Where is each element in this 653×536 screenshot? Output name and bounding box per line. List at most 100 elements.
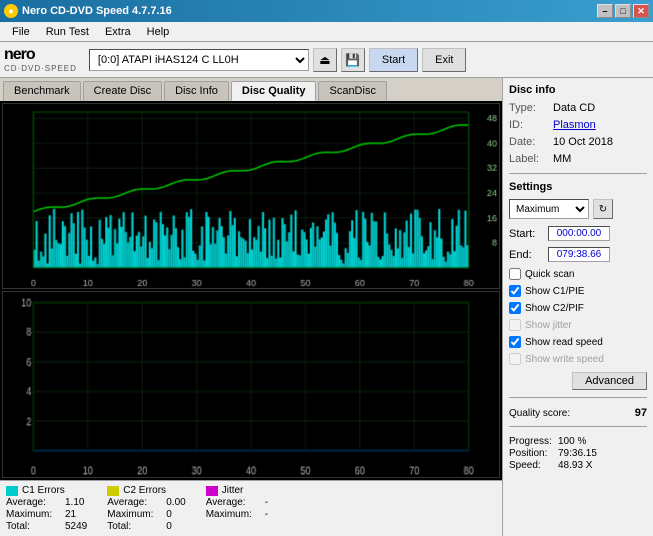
nero-logo-bottom: CD·DVD·SPEED — [4, 64, 77, 73]
minimize-button[interactable]: – — [597, 4, 613, 18]
refresh-button[interactable]: ↻ — [593, 199, 613, 219]
divider-1 — [509, 173, 647, 174]
close-button[interactable]: ✕ — [633, 4, 649, 18]
tab-disc-info[interactable]: Disc Info — [164, 81, 229, 101]
title-bar-text: Nero CD-DVD Speed 4.7.7.16 — [22, 5, 172, 17]
main-content: Benchmark Create Disc Disc Info Disc Qua… — [0, 78, 653, 536]
tab-scan-disc[interactable]: ScanDisc — [318, 81, 386, 101]
show-write-speed-checkbox[interactable] — [509, 353, 521, 365]
progress-value: 100 % — [558, 436, 586, 447]
advanced-button[interactable]: Advanced — [572, 372, 647, 390]
start-label: Start: — [509, 228, 544, 240]
speed-value: 48.93 X — [558, 460, 592, 471]
window-controls: – □ ✕ — [597, 4, 649, 18]
quality-row: Quality score: 97 — [509, 407, 647, 419]
position-row: Position: 79:36.15 — [509, 448, 647, 459]
c1-label: C1 Errors — [22, 485, 65, 496]
drive-select[interactable]: [0:0] ATAPI iHAS124 C LL0H — [89, 49, 309, 71]
speed-row-prog: Speed: 48.93 X — [509, 460, 647, 471]
disc-label-value: MM — [553, 153, 571, 165]
show-write-speed-label: Show write speed — [525, 354, 604, 365]
c1-stats: C1 Errors Average: 1.10 Maximum: 21 Tota… — [6, 485, 87, 532]
c2-avg-value: 0.00 — [166, 497, 185, 508]
stats-bar: C1 Errors Average: 1.10 Maximum: 21 Tota… — [0, 480, 502, 536]
c1-max-label: Maximum: — [6, 509, 61, 520]
show-read-speed-row: Show read speed — [509, 336, 647, 348]
app-icon: ● — [4, 4, 18, 18]
start-button[interactable]: Start — [369, 48, 418, 72]
speed-label: Speed: — [509, 460, 554, 471]
c2-total-value: 0 — [166, 521, 172, 532]
menu-run-test[interactable]: Run Test — [38, 24, 97, 40]
c1-max-value: 21 — [65, 509, 76, 520]
disc-type-value: Data CD — [553, 102, 595, 114]
jitter-avg-value: - — [265, 497, 268, 508]
jitter-max-label: Maximum: — [206, 509, 261, 520]
jitter-max-value: - — [265, 509, 268, 520]
speed-row: Maximum ↻ — [509, 199, 647, 219]
quality-score-value: 97 — [635, 407, 647, 419]
end-time-row: End: 079:38.66 — [509, 247, 647, 262]
title-bar: ● Nero CD-DVD Speed 4.7.7.16 – □ ✕ — [0, 0, 653, 22]
menu-file[interactable]: File — [4, 24, 38, 40]
show-c2-checkbox[interactable] — [509, 302, 521, 314]
c1-avg-label: Average: — [6, 497, 61, 508]
menu-help[interactable]: Help — [139, 24, 178, 40]
quick-scan-checkbox[interactable] — [509, 268, 521, 280]
disc-label-label: Label: — [509, 153, 549, 165]
c2-avg-label: Average: — [107, 497, 162, 508]
c2-max-label: Maximum: — [107, 509, 162, 520]
upper-chart — [2, 103, 500, 289]
toolbar: nero CD·DVD·SPEED [0:0] ATAPI iHAS124 C … — [0, 42, 653, 78]
tab-bar: Benchmark Create Disc Disc Info Disc Qua… — [0, 78, 502, 101]
nero-logo: nero CD·DVD·SPEED — [4, 46, 77, 73]
end-label: End: — [509, 249, 544, 261]
quality-score-label: Quality score: — [509, 408, 570, 419]
show-jitter-row: Show jitter — [509, 319, 647, 331]
c1-total-value: 5249 — [65, 521, 87, 532]
tab-benchmark[interactable]: Benchmark — [3, 81, 81, 101]
quick-scan-row: Quick scan — [509, 268, 647, 280]
c2-total-label: Total: — [107, 521, 162, 532]
settings-title: Settings — [509, 181, 647, 193]
lower-chart — [2, 291, 500, 478]
save-button[interactable]: 💾 — [341, 48, 365, 72]
left-panel: Benchmark Create Disc Disc Info Disc Qua… — [0, 78, 503, 536]
disc-id-row: ID: Plasmon — [509, 119, 647, 131]
show-jitter-checkbox[interactable] — [509, 319, 521, 331]
disc-date-label: Date: — [509, 136, 549, 148]
c2-color — [107, 486, 119, 496]
start-time-row: Start: 000:00.00 — [509, 226, 647, 241]
tab-disc-quality[interactable]: Disc Quality — [231, 81, 317, 101]
speed-select[interactable]: Maximum — [509, 199, 589, 219]
progress-section: Progress: 100 % Position: 79:36.15 Speed… — [509, 436, 647, 472]
progress-row: Progress: 100 % — [509, 436, 647, 447]
disc-type-row: Type: Data CD — [509, 102, 647, 114]
jitter-stats: Jitter Average: - Maximum: - — [206, 485, 268, 532]
end-value[interactable]: 079:38.66 — [548, 247, 610, 262]
show-read-speed-checkbox[interactable] — [509, 336, 521, 348]
exit-button[interactable]: Exit — [422, 48, 466, 72]
disc-id-value[interactable]: Plasmon — [553, 119, 596, 131]
quick-scan-label: Quick scan — [525, 269, 574, 280]
maximize-button[interactable]: □ — [615, 4, 631, 18]
c1-total-label: Total: — [6, 521, 61, 532]
tab-create-disc[interactable]: Create Disc — [83, 81, 162, 101]
start-value[interactable]: 000:00.00 — [548, 226, 610, 241]
c2-stats: C2 Errors Average: 0.00 Maximum: 0 Total… — [107, 485, 185, 532]
show-c1-checkbox[interactable] — [509, 285, 521, 297]
jitter-avg-label: Average: — [206, 497, 261, 508]
c2-label: C2 Errors — [123, 485, 166, 496]
show-read-speed-label: Show read speed — [525, 337, 603, 348]
jitter-label: Jitter — [222, 485, 244, 496]
c1-color — [6, 486, 18, 496]
nero-logo-top: nero — [4, 46, 77, 64]
progress-label: Progress: — [509, 436, 554, 447]
eject-button[interactable]: ⏏ — [313, 48, 337, 72]
right-panel: Disc info Type: Data CD ID: Plasmon Date… — [503, 78, 653, 536]
menu-extra[interactable]: Extra — [97, 24, 139, 40]
show-c1-row: Show C1/PIE — [509, 285, 647, 297]
disc-date-row: Date: 10 Oct 2018 — [509, 136, 647, 148]
disc-date-value: 10 Oct 2018 — [553, 136, 613, 148]
disc-id-label: ID: — [509, 119, 549, 131]
